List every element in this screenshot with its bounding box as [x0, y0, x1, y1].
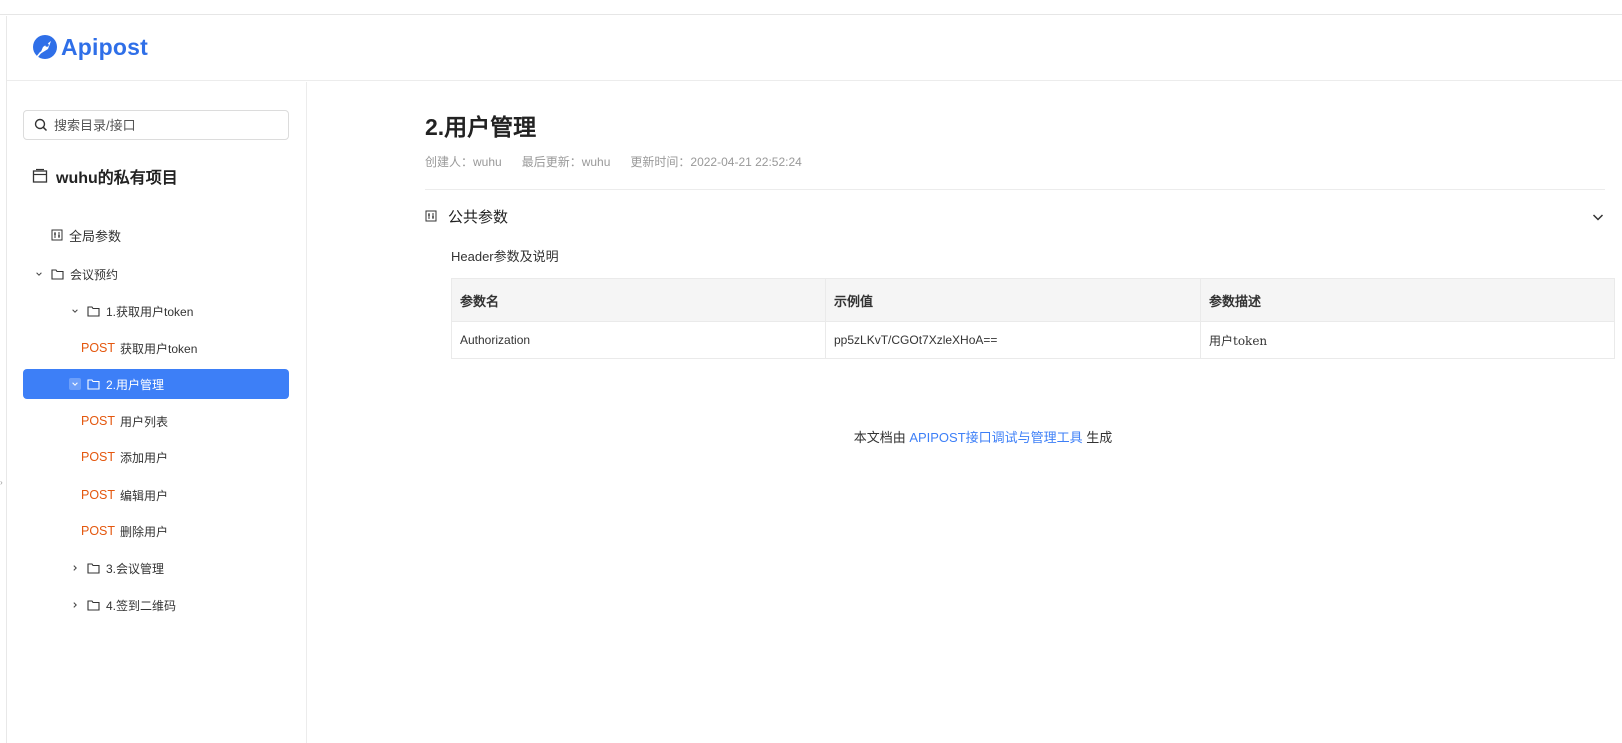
chevron-down-icon[interactable] [1591, 210, 1605, 224]
param-desc-cell: 用户token [1200, 321, 1615, 359]
sidebar-item-label: 会议预约 [70, 267, 119, 282]
sidebar-item-label: 添加用户 [120, 450, 169, 465]
page-title: 2.用户管理 [425, 114, 537, 140]
search-box[interactable] [23, 110, 289, 140]
chevron-right-icon[interactable] [69, 599, 81, 611]
folder-icon [87, 563, 100, 574]
folder-icon [87, 600, 100, 611]
folder-icon [87, 379, 100, 390]
sidebar: wuhu的私有项目 全局参数 会议预约 [7, 82, 307, 743]
sidebar-item-label: 获取用户token [120, 341, 198, 356]
footer-prefix: 本文档由 [853, 430, 910, 445]
http-method-badge: POST [81, 524, 116, 538]
global-params-icon [51, 229, 63, 241]
column-header: 参数描述 [1200, 278, 1615, 322]
rocket-logo-icon [33, 35, 57, 59]
folder-icon [87, 306, 100, 317]
http-method-badge: POST [81, 450, 116, 464]
generated-by-footer: 本文档由 APIPOST接口调试与管理工具 生成 [307, 427, 1622, 446]
updated-time-text: 更新时间：2022-04-21 22:52:24 [630, 155, 802, 169]
last-updater-text: 最后更新：wuhu [521, 155, 611, 169]
http-method-badge: POST [81, 488, 116, 502]
search-input[interactable] [54, 117, 274, 133]
project-header[interactable]: wuhu的私有项目 [32, 164, 178, 188]
params-icon [425, 210, 437, 222]
sidebar-item-label: 全局参数 [69, 228, 122, 244]
sidebar-api-user-list[interactable]: POST 用户列表 [81, 406, 168, 436]
sidebar-api-get-token[interactable]: POST 获取用户token [81, 333, 197, 363]
sidebar-api-edit-user[interactable]: POST 编辑用户 [81, 480, 168, 510]
sidebar-item-label: 删除用户 [120, 524, 169, 539]
http-method-badge: POST [81, 414, 116, 428]
sidebar-api-delete-user[interactable]: POST 删除用户 [81, 516, 168, 546]
sidebar-item-label: 2.用户管理 [106, 377, 165, 392]
apipost-logo[interactable]: Apipost [32, 33, 148, 61]
sidebar-folder-meeting-booking[interactable]: 会议预约 [33, 259, 118, 289]
sidebar-item-label: 用户列表 [120, 414, 169, 429]
public-params-section-header[interactable]: 公共参数 [425, 204, 1605, 228]
table-row: Authorization pp5zLKvT/CGOt7XzleXHoA== 用… [451, 321, 1615, 359]
table-header-row: 参数名 示例值 参数描述 [451, 278, 1615, 322]
sidebar-folder-get-token[interactable]: 1.获取用户token [69, 296, 193, 326]
project-name: wuhu的私有项目 [56, 170, 178, 187]
doc-meta: 创建人：wuhu 最后更新：wuhu 更新时间：2022-04-21 22:52… [425, 153, 822, 170]
sidebar-folder-meeting-management[interactable]: 3.会议管理 [69, 553, 164, 583]
sidebar-item-label: 4.签到二维码 [106, 598, 177, 613]
http-method-badge: POST [81, 341, 116, 355]
main-content: 2.用户管理 创建人：wuhu 最后更新：wuhu 更新时间：2022-04-2… [307, 82, 1622, 743]
column-header: 参数名 [451, 278, 826, 322]
apipost-link[interactable]: APIPOST接口调试与管理工具 [909, 430, 1082, 445]
search-icon [34, 118, 48, 132]
sidebar-item-label: 编辑用户 [120, 488, 169, 503]
column-header: 示例值 [825, 278, 1201, 322]
app-window: Apipost wuhu的私有项目 [6, 16, 1622, 743]
app-header: Apipost [7, 16, 1622, 81]
sidebar-toggle-handle[interactable]: › [0, 478, 3, 487]
sidebar-item-label: 1.获取用户token [106, 304, 194, 319]
folder-icon [51, 269, 64, 280]
chevron-down-icon[interactable] [69, 305, 81, 317]
project-icon [32, 168, 48, 183]
param-example-cell: pp5zLKvT/CGOt7XzleXHoA== [825, 321, 1201, 359]
divider [425, 189, 1605, 190]
chevron-down-icon[interactable] [69, 378, 81, 390]
chevron-down-icon[interactable] [33, 268, 45, 280]
sidebar-item-global-params[interactable]: 全局参数 [51, 220, 121, 250]
sidebar-folder-user-management[interactable]: 2.用户管理 [23, 369, 289, 399]
browser-bookmark-bar [0, 0, 1622, 15]
chevron-right-icon[interactable] [69, 562, 81, 574]
header-params-table: 参数名 示例值 参数描述 Authorization pp5zLKvT/CGOt… [451, 278, 1615, 359]
sidebar-item-label: 3.会议管理 [106, 561, 165, 576]
header-params-subtitle: Header参数及说明 [451, 249, 559, 264]
section-title: 公共参数 [448, 208, 509, 226]
sidebar-api-add-user[interactable]: POST 添加用户 [81, 442, 168, 472]
sidebar-folder-checkin-qrcode[interactable]: 4.签到二维码 [69, 590, 176, 620]
creator-text: 创建人：wuhu [425, 155, 502, 169]
footer-suffix: 生成 [1082, 430, 1113, 445]
logo-text: Apipost [61, 33, 148, 60]
param-name-cell: Authorization [451, 321, 826, 359]
